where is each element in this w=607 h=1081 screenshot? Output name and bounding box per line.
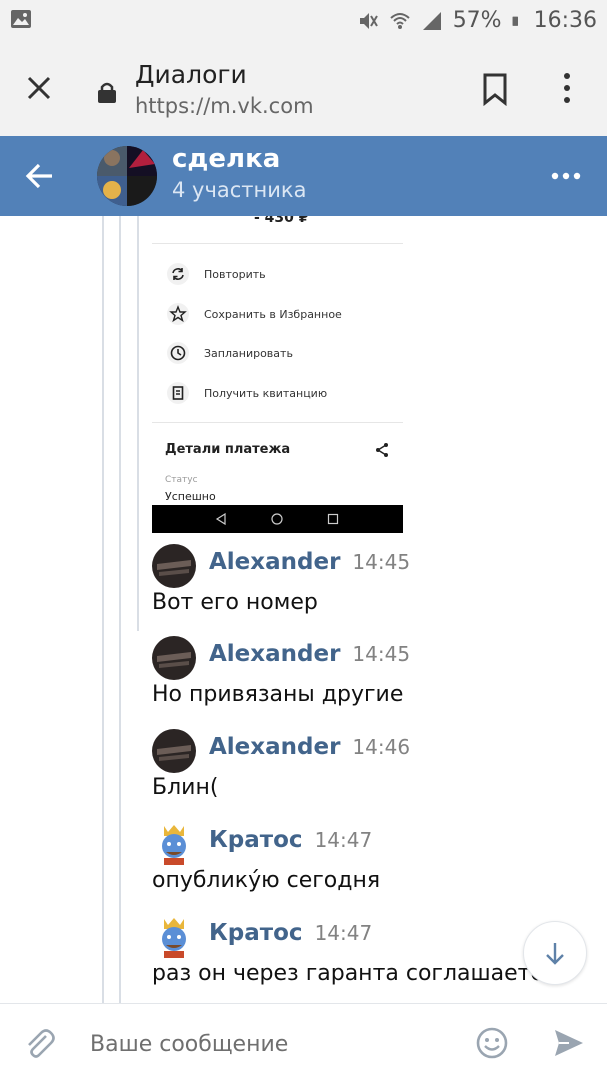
scroll-to-bottom-button[interactable]	[523, 921, 587, 985]
page-title: Диалоги	[135, 60, 247, 89]
compose-bar	[0, 1003, 607, 1081]
author-name[interactable]: Alexander	[209, 734, 340, 760]
repeat-icon	[167, 263, 189, 285]
message-author[interactable]: Кратос 14:47	[209, 920, 372, 946]
author-name[interactable]: Кратос	[209, 920, 303, 946]
message-author[interactable]: Alexander 14:46	[209, 734, 410, 760]
author-avatar[interactable]	[152, 822, 196, 866]
mute-icon	[359, 12, 378, 29]
author-avatar[interactable]	[152, 729, 196, 773]
page-url[interactable]: https://m.vk.com	[135, 94, 314, 118]
message-author[interactable]: Alexander 14:45	[209, 641, 410, 667]
thread-line	[137, 216, 139, 631]
message-text: Но привязаны другие	[152, 682, 404, 707]
thread-line	[102, 216, 104, 1003]
back-arrow-icon[interactable]	[22, 158, 58, 194]
message-time: 14:45	[352, 550, 411, 574]
paperclip-icon[interactable]	[22, 1026, 56, 1062]
browser-toolbar: Диалоги https://m.vk.com	[0, 40, 607, 137]
action-label: Запланировать	[204, 346, 293, 360]
thread-line	[119, 216, 121, 1003]
message-time: 14:47	[314, 921, 373, 945]
nav-recents-icon	[327, 513, 339, 525]
message-author[interactable]: Alexander 14:45	[209, 549, 410, 575]
author-avatar[interactable]	[152, 544, 196, 588]
action-save-favorite: Сохранить в Избранное	[166, 302, 342, 326]
more-horiz-icon[interactable]	[550, 166, 582, 186]
receipt-icon	[167, 382, 189, 404]
divider	[152, 243, 403, 244]
android-nav-bar	[152, 505, 403, 533]
action-label: Получить квитанцию	[204, 386, 328, 400]
close-icon[interactable]	[22, 71, 56, 105]
message-text: раз он через гаранта соглашается	[152, 961, 556, 986]
author-name[interactable]: Кратос	[209, 827, 303, 853]
action-repeat: Повторить	[166, 262, 266, 286]
more-vert-icon[interactable]	[555, 68, 579, 108]
action-label: Сохранить в Избранное	[204, 307, 342, 321]
emoji-icon[interactable]	[475, 1026, 509, 1060]
clock-icon	[167, 342, 189, 364]
chat-header: сделка 4 участника	[0, 136, 607, 216]
attached-screenshot[interactable]: - 430 ₽ Повторить Сохранить в Избранное	[152, 216, 403, 533]
share-icon	[376, 443, 388, 457]
message-time: 14:45	[352, 642, 411, 666]
status-bar: 57% 16:36	[0, 0, 607, 40]
send-icon[interactable]	[552, 1026, 586, 1060]
wifi-icon	[390, 12, 410, 29]
message-list[interactable]: - 430 ₽ Повторить Сохранить в Избранное	[0, 216, 607, 1003]
nav-home-icon	[271, 513, 283, 525]
signal-icon	[422, 11, 441, 30]
author-name[interactable]: Alexander	[209, 549, 340, 575]
author-avatar[interactable]	[152, 915, 196, 959]
bookmark-icon[interactable]	[480, 72, 510, 106]
lock-icon	[98, 82, 116, 103]
message-text: опублику́ю сегодня	[152, 868, 381, 893]
action-schedule: Запланировать	[166, 341, 293, 365]
payment-status-value: Успешно	[165, 490, 216, 503]
chat-avatar[interactable]	[97, 146, 157, 206]
message-author[interactable]: Кратос 14:47	[209, 827, 372, 853]
payment-amount: - 430 ₽	[254, 216, 309, 226]
payment-status-label: Статус	[165, 475, 198, 485]
chat-members-count: 4 участника	[172, 178, 307, 202]
nav-back-icon	[215, 512, 226, 526]
divider	[152, 422, 403, 423]
arrow-down-icon	[546, 943, 564, 965]
image-icon	[11, 10, 31, 28]
message-input[interactable]	[90, 1026, 460, 1062]
clock-time: 16:36	[533, 8, 597, 33]
star-icon	[167, 303, 189, 325]
message-time: 14:47	[314, 828, 373, 852]
author-name[interactable]: Alexander	[209, 641, 340, 667]
message-text: Блин(	[152, 775, 219, 800]
payment-details-title: Детали платежа	[165, 442, 291, 457]
message-text: Вот его номер	[152, 590, 318, 615]
chat-name[interactable]: сделка	[172, 144, 280, 174]
battery-percent: 57%	[452, 8, 502, 33]
action-get-receipt: Получить квитанцию	[166, 381, 327, 405]
author-avatar[interactable]	[152, 636, 196, 680]
battery-icon	[512, 16, 518, 26]
message-time: 14:46	[352, 735, 411, 759]
action-label: Повторить	[204, 267, 266, 281]
